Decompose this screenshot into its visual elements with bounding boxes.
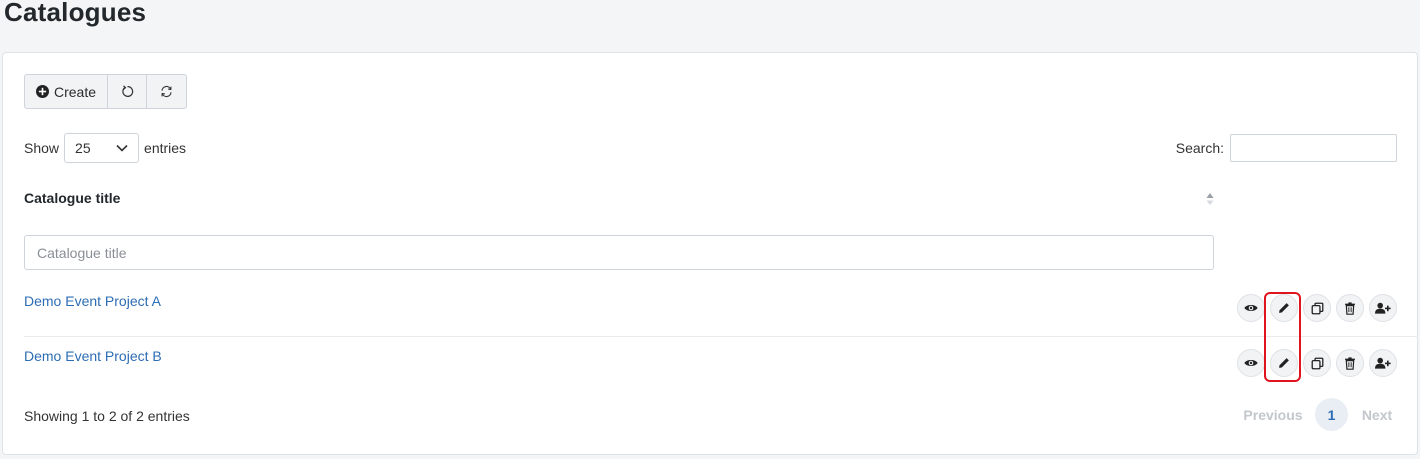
assign-user-button[interactable]	[1369, 349, 1397, 377]
row-actions	[1237, 294, 1397, 322]
pagination-next[interactable]: Next	[1352, 407, 1402, 423]
duplicate-button[interactable]	[1303, 349, 1331, 377]
delete-button[interactable]	[1336, 294, 1364, 322]
table-info: Showing 1 to 2 of 2 entries	[24, 408, 190, 424]
sync-icon	[161, 85, 172, 98]
page-length-control: Show 25 entries	[24, 133, 186, 163]
search-label: Search:	[1175, 140, 1224, 156]
column-header-label: Catalogue title	[24, 190, 121, 206]
assign-user-button[interactable]	[1369, 294, 1397, 322]
pagination-page-current[interactable]: 1	[1315, 398, 1348, 431]
create-button[interactable]: Create	[25, 75, 108, 108]
delete-button[interactable]	[1336, 349, 1364, 377]
view-button[interactable]	[1237, 349, 1265, 377]
title-filter-input[interactable]: Catalogue title	[24, 235, 1214, 270]
copy-icon	[1311, 302, 1323, 314]
eye-icon	[1244, 305, 1258, 311]
chevron-down-icon	[116, 144, 128, 152]
pagination: Previous 1 Next	[1235, 398, 1402, 431]
plus-circle-icon	[35, 85, 49, 98]
copy-icon	[1311, 357, 1323, 369]
catalogues-card: Create Show 25 entries Search: Catalogue…	[2, 52, 1418, 455]
column-header-catalogue-title[interactable]: Catalogue title	[24, 190, 1214, 206]
user-plus-icon	[1375, 357, 1391, 369]
duplicate-button[interactable]	[1303, 294, 1331, 322]
trash-icon	[1345, 301, 1355, 315]
edit-column-highlight	[1264, 292, 1301, 382]
catalogue-title-link[interactable]: Demo Event Project A	[24, 293, 161, 309]
page-title: Catalogues	[4, 0, 147, 27]
undo-icon	[121, 85, 133, 97]
page-length-value: 25	[75, 140, 91, 156]
user-plus-icon	[1375, 302, 1391, 314]
toolbar-button-group: Create	[24, 74, 187, 109]
reset-button[interactable]	[108, 75, 147, 108]
sort-icon	[1206, 193, 1214, 205]
row-actions	[1237, 349, 1397, 377]
page-length-select[interactable]: 25	[64, 133, 140, 163]
catalogue-title-link[interactable]: Demo Event Project B	[24, 348, 162, 364]
table-row: Demo Event Project B	[24, 338, 1418, 392]
view-button[interactable]	[1237, 294, 1265, 322]
table-row: Demo Event Project A	[24, 283, 1418, 337]
trash-icon	[1345, 356, 1355, 370]
refresh-button[interactable]	[147, 75, 186, 108]
search-control: Search:	[1176, 133, 1397, 163]
search-input[interactable]	[1230, 134, 1397, 162]
eye-icon	[1244, 360, 1258, 366]
pagination-previous[interactable]: Previous	[1235, 407, 1311, 423]
create-button-label: Create	[53, 83, 97, 100]
entries-label: entries	[144, 140, 187, 156]
show-label: Show	[24, 140, 60, 156]
title-filter-placeholder: Catalogue title	[37, 244, 127, 261]
